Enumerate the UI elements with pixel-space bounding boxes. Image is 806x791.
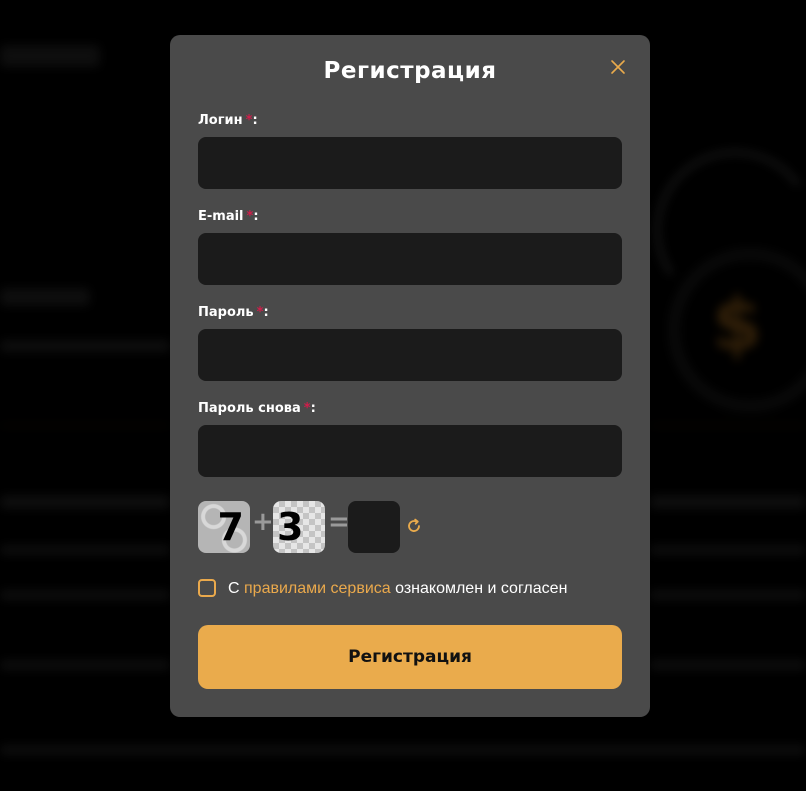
password-repeat-input[interactable]: [198, 425, 622, 477]
background-divider: [0, 425, 170, 426]
dollar-icon: $: [712, 282, 763, 366]
background-text: [0, 495, 170, 509]
captcha-first-digit: 7: [217, 505, 244, 549]
background-text: [0, 745, 806, 755]
registration-modal: Регистрация Логин *: E-mail *: Пароль *: Па…: [170, 35, 650, 717]
agreement-checkbox[interactable]: [198, 579, 216, 597]
modal-title: Регистрация: [323, 58, 497, 84]
background-heading: [0, 45, 100, 67]
password-label-text: Пароль: [198, 305, 254, 320]
background-text: [650, 545, 806, 555]
password-repeat-label: Пароль снова *:: [198, 401, 316, 416]
register-button[interactable]: Регистрация: [198, 625, 622, 689]
email-label-text: E-mail: [198, 209, 244, 224]
email-label: E-mail *:: [198, 209, 259, 224]
required-mark: *: [245, 113, 253, 128]
background-text: [0, 340, 170, 352]
required-mark: *: [303, 401, 311, 416]
close-icon[interactable]: [610, 59, 626, 75]
background-text: [650, 590, 806, 600]
captcha-second-image: 3: [273, 501, 325, 553]
background-text: [0, 660, 170, 670]
background-text: [0, 590, 170, 600]
background-text: [650, 495, 806, 509]
password-repeat-label-text: Пароль снова: [198, 401, 301, 416]
background-text: [0, 288, 90, 306]
captcha-answer-input[interactable]: [348, 501, 400, 553]
required-mark: *: [246, 209, 254, 224]
email-input[interactable]: [198, 233, 622, 285]
captcha-equals: =: [328, 507, 350, 537]
required-mark: *: [256, 305, 264, 320]
background-text: [650, 660, 806, 670]
password-input[interactable]: [198, 329, 622, 381]
captcha-second-digit: 3: [277, 505, 304, 549]
password-label: Пароль *:: [198, 305, 269, 320]
background-divider: [650, 425, 806, 426]
login-label: Логин *:: [198, 113, 258, 128]
agreement-prefix: С: [228, 580, 244, 597]
login-input[interactable]: [198, 137, 622, 189]
service-rules-link[interactable]: правилами сервиса: [244, 580, 391, 597]
login-label-text: Логин: [198, 113, 243, 128]
agreement-text: С правилами сервиса ознакомлен и согласе…: [228, 579, 567, 598]
captcha-first-image: 7: [198, 501, 250, 553]
refresh-icon[interactable]: [406, 518, 422, 534]
captcha-plus: +: [252, 507, 274, 537]
background-text: [0, 545, 170, 555]
agreement-suffix: ознакомлен и согласен: [390, 580, 568, 597]
